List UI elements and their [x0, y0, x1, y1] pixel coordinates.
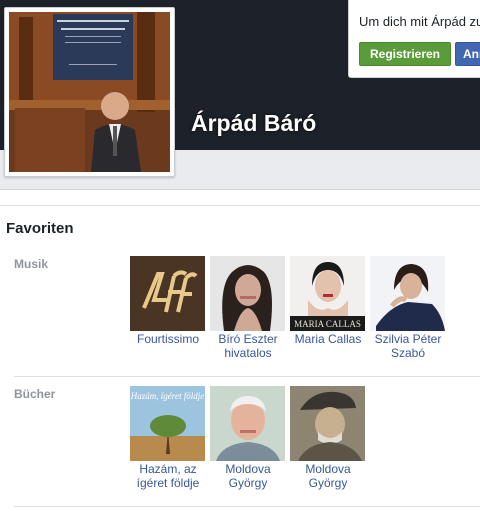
login-button[interactable]: Anmelden — [455, 42, 480, 66]
book-item[interactable]: Moldova György — [210, 386, 290, 490]
portrait-photo — [210, 256, 285, 331]
album-cover-text: MARIA CALLAS — [294, 319, 361, 329]
book-cover-text: Hazám, ígéret földje — [130, 391, 204, 401]
music-item[interactable]: Szilvia Péter Szabó — [370, 256, 450, 360]
favorites-title: Favoriten — [6, 220, 74, 237]
music-item-label[interactable]: Maria Callas — [290, 332, 366, 346]
portrait-photo — [210, 386, 285, 461]
music-item[interactable]: MARIA CALLAS Maria Callas — [290, 256, 370, 346]
book-item-label[interactable]: Moldova György — [210, 462, 286, 490]
book-item-label[interactable]: Moldova György — [290, 462, 366, 490]
profile-picture[interactable] — [4, 7, 175, 177]
profile-photo-image — [9, 12, 170, 172]
book-item-label[interactable]: Hazám, az ígéret földje — [130, 462, 206, 490]
music-item[interactable]: Fourtissimo — [130, 256, 210, 346]
music-item[interactable]: Bíró Eszter hivatalos — [210, 256, 290, 360]
music-category-label: Musik — [14, 257, 49, 271]
books-category-label: Bücher — [14, 387, 56, 401]
book-item[interactable]: Hazám, ígéret földje Hazám, az ígéret fö… — [130, 386, 210, 490]
signup-prompt: Um dich mit Árpád zu verbinden, Registri… — [348, 0, 480, 78]
book-item[interactable]: Moldova György — [290, 386, 370, 490]
fourtissimo-logo — [130, 256, 205, 331]
portrait-photo — [370, 256, 445, 331]
register-button[interactable]: Registrieren — [359, 42, 451, 66]
album-cover: MARIA CALLAS — [290, 256, 365, 331]
signup-text: Um dich mit Árpád zu verbinden, — [359, 14, 480, 29]
music-item-label[interactable]: Fourtissimo — [130, 332, 206, 346]
category-divider — [14, 376, 480, 377]
music-item-label[interactable]: Bíró Eszter hivatalos — [210, 332, 286, 360]
portrait-photo — [290, 386, 365, 461]
book-cover: Hazám, ígéret földje — [130, 386, 205, 461]
music-item-label[interactable]: Szilvia Péter Szabó — [370, 332, 446, 360]
favorites-card: Favoriten Musik Fourtissimo Bíró Eszter … — [0, 205, 480, 514]
profile-name[interactable]: Árpád Báró — [191, 110, 316, 137]
category-divider — [14, 506, 480, 507]
